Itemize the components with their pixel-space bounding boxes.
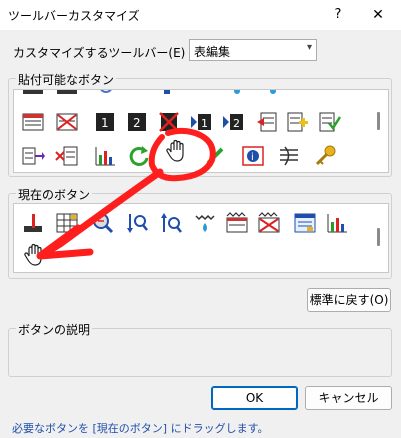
search-icon[interactable]	[94, 90, 120, 98]
reset-button[interactable]: 標準に戻す(O)	[307, 288, 391, 312]
refresh-icon[interactable]	[126, 143, 152, 169]
help-button[interactable]: ?	[326, 5, 350, 25]
bar-icon[interactable]	[54, 90, 80, 98]
svg-text:2: 2	[233, 117, 240, 130]
available-buttons-label: 貼付可能なボタン	[16, 71, 117, 88]
format-icon[interactable]	[276, 143, 302, 169]
close-button[interactable]: ✕	[366, 5, 390, 25]
key-icon[interactable]	[312, 143, 338, 169]
drop-icon[interactable]	[224, 90, 250, 98]
window-title: ツールバーカスタマイズ	[8, 9, 140, 23]
check-rows-icon[interactable]	[316, 109, 342, 135]
add-rows-icon[interactable]	[284, 109, 310, 135]
delete-table-icon[interactable]	[256, 210, 282, 236]
drop-icon[interactable]	[260, 90, 286, 98]
available-buttons-panel: 1 2 1 2 i	[13, 89, 389, 173]
description-label: ボタンの説明	[16, 321, 93, 338]
column-two-icon[interactable]: 2	[124, 109, 150, 135]
fill-drop-icon[interactable]	[192, 210, 218, 236]
import-rows-icon[interactable]	[254, 109, 280, 135]
grid-icon[interactable]	[54, 210, 80, 236]
striped-table-icon[interactable]	[224, 210, 250, 236]
hand-icon[interactable]	[22, 242, 48, 268]
delete-table-icon[interactable]	[54, 109, 80, 135]
svg-text:1: 1	[101, 116, 109, 130]
scrollbar-thumb[interactable]	[377, 228, 380, 246]
svg-text:1: 1	[201, 117, 208, 130]
current-buttons-label: 現在のボタン	[16, 186, 93, 203]
scrollbar-thumb[interactable]	[377, 112, 380, 130]
insert-two-icon[interactable]: 2	[220, 109, 246, 135]
search-down-icon[interactable]	[124, 210, 150, 236]
toolbar-select-label: カスタマイズするツールバー(E) :	[13, 46, 194, 60]
cancel-button[interactable]: キャンセル	[305, 386, 392, 410]
column-one-icon[interactable]: 1	[92, 109, 118, 135]
toolbar-select-value: 表編集	[194, 45, 231, 59]
svg-text:2: 2	[133, 116, 141, 130]
striped-table-icon[interactable]	[20, 109, 46, 135]
hand-icon[interactable]	[164, 138, 190, 164]
toolbar-select[interactable]: 表編集 ▾	[189, 39, 317, 61]
title-bar: ツールバーカスタマイズ ? ✕	[0, 0, 401, 30]
insert-one-icon[interactable]: 1	[188, 109, 214, 135]
svg-text:i: i	[251, 152, 254, 163]
column-marker-icon[interactable]	[20, 210, 46, 236]
chart-icon[interactable]	[324, 210, 350, 236]
bar-icon[interactable]	[20, 90, 46, 98]
move-right-icon[interactable]	[20, 143, 46, 169]
chart-icon[interactable]	[92, 143, 118, 169]
window-list-icon[interactable]	[292, 210, 318, 236]
info-icon[interactable]: i	[240, 143, 266, 169]
status-text: 必要なボタンを [現在のボタン] にドラッグします。	[12, 422, 269, 435]
current-buttons-panel	[13, 203, 389, 273]
ok-button[interactable]: OK	[211, 386, 298, 410]
delete-rows-icon[interactable]	[54, 143, 80, 169]
chevron-down-icon: ▾	[306, 42, 312, 53]
pen-icon[interactable]	[202, 143, 228, 169]
zoom-grid-icon[interactable]	[90, 210, 116, 236]
delete-column-icon[interactable]	[156, 109, 182, 135]
arrow-down-icon[interactable]	[154, 90, 180, 98]
search-up-icon[interactable]	[158, 210, 184, 236]
